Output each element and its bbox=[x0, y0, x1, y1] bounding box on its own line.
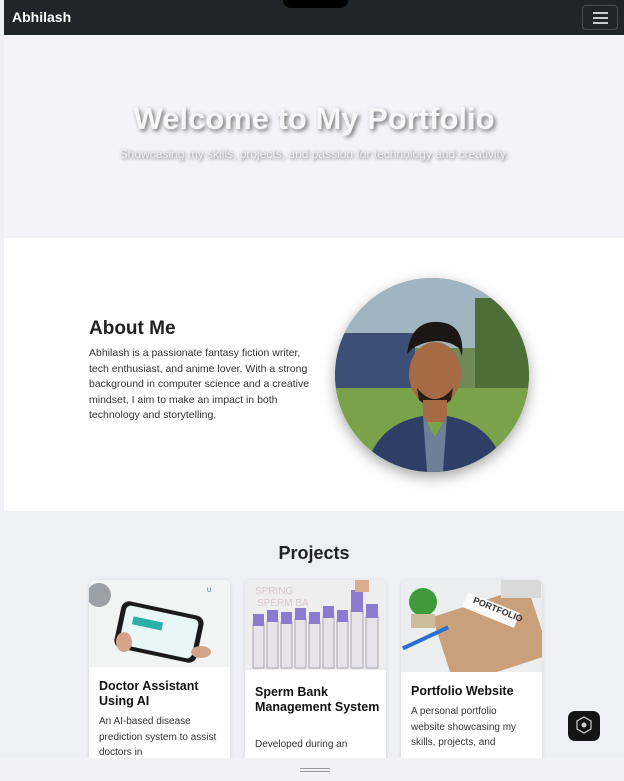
hamburger-icon bbox=[593, 12, 608, 14]
project-card-sperm-bank[interactable]: SPRING SPERM BA Sperm Bank Management Sy… bbox=[245, 580, 386, 780]
svg-text:SPERM BA: SPERM BA bbox=[257, 598, 309, 609]
project-description: Developed during an bbox=[255, 739, 348, 750]
brand-link[interactable]: Abhilash bbox=[12, 9, 71, 25]
hero-title: Welcome to My Portfolio bbox=[133, 101, 495, 136]
project-title: Sperm Bank Management System bbox=[255, 685, 380, 714]
project-card-portfolio-website[interactable]: PORTFOLIO Portfolio Website A personal p… bbox=[401, 580, 542, 780]
project-description: A personal portfolio website showcasing … bbox=[411, 706, 517, 748]
about-text: Abhilash is a passionate fantasy fiction… bbox=[89, 347, 310, 421]
project-image-sperm-bank: SPRING SPERM BA bbox=[245, 580, 386, 670]
projects-heading: Projects bbox=[278, 543, 350, 563]
project-image-portfolio: PORTFOLIO bbox=[401, 580, 542, 686]
about-section: About Me Abhilash is a passionate fantas… bbox=[4, 238, 624, 511]
bottom-drag-bar bbox=[0, 758, 624, 781]
hero-subtitle: Showcasing my skills, projects, and pass… bbox=[119, 147, 509, 161]
project-title: Doctor Assistant Using AI bbox=[99, 679, 199, 708]
drag-handle-icon[interactable] bbox=[300, 768, 330, 772]
project-title: Portfolio Website bbox=[411, 684, 514, 698]
project-card-doctor-assistant[interactable]: U Doctor Assistant Using AI An AI-based … bbox=[89, 580, 230, 780]
widget-logo-icon bbox=[576, 716, 592, 734]
floating-widget-button[interactable] bbox=[568, 711, 600, 741]
menu-toggle-button[interactable] bbox=[582, 5, 618, 30]
about-heading: About Me bbox=[89, 318, 176, 339]
projects-section: Projects U Doctor Assistant Using AI An … bbox=[4, 511, 624, 781]
svg-text:SPRING: SPRING bbox=[255, 586, 294, 597]
profile-photo bbox=[335, 278, 529, 472]
hero-section: Welcome to My Portfolio Showcasing my sk… bbox=[4, 35, 624, 238]
svg-text:U: U bbox=[207, 588, 211, 594]
project-description: An AI-based disease prediction system to… bbox=[99, 716, 217, 758]
camera-notch bbox=[283, 0, 348, 8]
project-image-doctor-assistant: U bbox=[89, 580, 230, 667]
